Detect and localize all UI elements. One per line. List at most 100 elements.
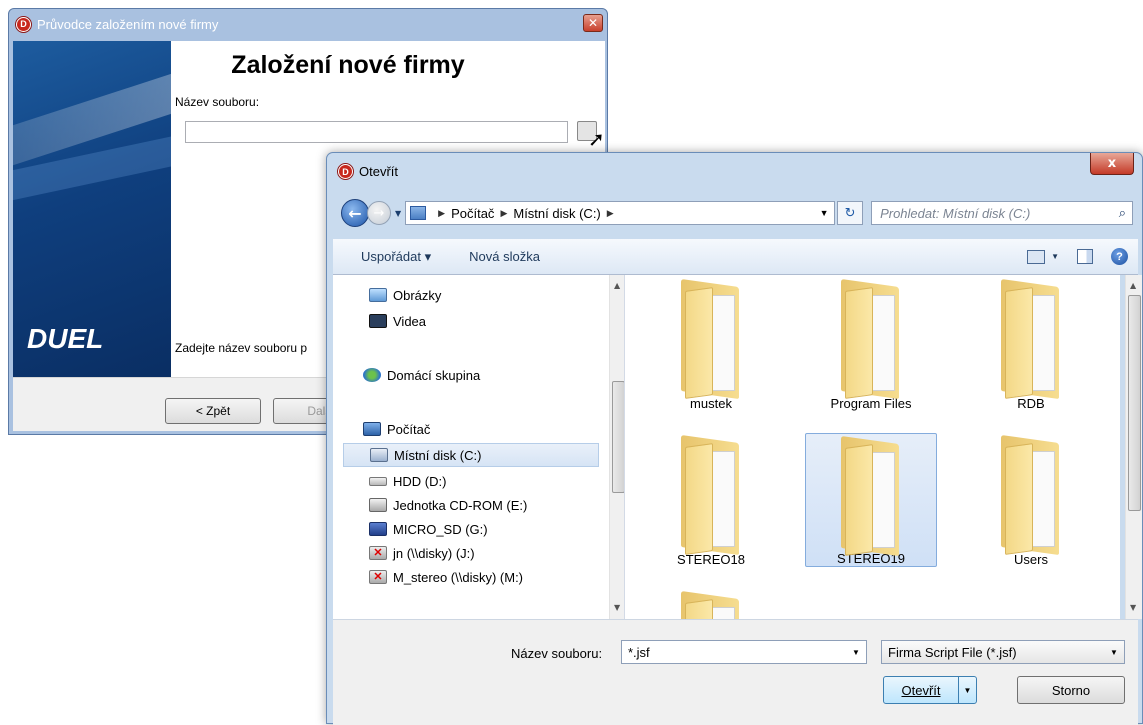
nav-item-label: Počítač xyxy=(387,421,431,437)
open-button-label: Otevřít xyxy=(901,682,941,698)
wizard-titlebar: D Průvodce založením nové firmy xyxy=(9,9,607,39)
back-arrow-icon[interactable]: ← xyxy=(341,199,369,227)
folder-item[interactable]: Users xyxy=(965,433,1097,567)
nav-item-network-m[interactable]: ✕ M_stereo (\\disky) (M:) xyxy=(369,565,523,589)
nav-item-label: MICRO_SD (G:) xyxy=(393,521,488,537)
wizard-close-button[interactable]: ✕ xyxy=(583,14,603,32)
scroll-up-icon[interactable]: ▲ xyxy=(614,281,620,290)
folder-item[interactable]: STEREO18 xyxy=(645,433,777,567)
folder-name: Users xyxy=(1014,552,1048,567)
folder-item-partial[interactable] xyxy=(645,589,777,619)
folder-icon xyxy=(995,434,1067,556)
computer-icon xyxy=(410,206,427,220)
wizard-title: Průvodce založením nové firmy xyxy=(37,16,219,32)
breadcrumb-local-disk[interactable]: Místní disk (C:) xyxy=(513,206,600,221)
nav-item-pictures[interactable]: Obrázky xyxy=(369,283,441,307)
scrollbar-thumb[interactable] xyxy=(612,381,624,493)
dialog-bottom-panel: Název souboru: *.jsf ▼ Firma Script File… xyxy=(333,619,1138,725)
pictures-icon xyxy=(369,288,387,302)
recent-locations-dropdown[interactable]: ▼ xyxy=(395,209,401,218)
nav-item-network-j[interactable]: ✕ jn (\\disky) (J:) xyxy=(369,541,475,565)
nav-item-label: Obrázky xyxy=(393,287,442,303)
file-list-scrollbar[interactable]: ▲ ▼ xyxy=(1125,275,1142,619)
new-folder-button[interactable]: Nová složka xyxy=(469,249,540,264)
folder-icon xyxy=(675,590,747,619)
dialog-toolbar: Uspořádat ▾ Nová složka ▼ ? xyxy=(333,239,1138,275)
open-button[interactable]: Otevřít ▼ xyxy=(883,676,977,704)
folder-icon xyxy=(995,278,1067,400)
folder-item[interactable]: RDB xyxy=(965,277,1097,411)
refresh-icon[interactable]: ↻ xyxy=(837,201,864,225)
wizard-hint-text: Zadejte název souboru p xyxy=(175,341,308,355)
nav-item-homegroup[interactable]: Domácí skupina xyxy=(363,363,480,387)
nav-item-label: Místní disk (C:) xyxy=(394,447,482,463)
folder-name: mustek xyxy=(690,396,732,411)
nav-item-computer[interactable]: Počítač xyxy=(363,417,430,441)
nav-item-label: Jednotka CD-ROM (E:) xyxy=(393,497,528,513)
duel-logo: DUEL xyxy=(27,323,104,354)
filename-label: Název souboru: xyxy=(511,646,603,661)
folder-name: RDB xyxy=(1017,396,1045,411)
nav-item-local-disk[interactable]: Místní disk (C:) xyxy=(343,443,599,467)
filetype-value: Firma Script File (*.jsf) xyxy=(888,644,1017,660)
navigation-pane: Obrázky Videa Domácí skupina Počítač Mís… xyxy=(333,275,625,619)
network-drive-disconnected-icon: ✕ xyxy=(369,546,387,560)
wizard-heading: Založení nové firmy xyxy=(231,51,465,79)
change-view-icon[interactable] xyxy=(1027,249,1046,264)
nav-item-label: Domácí skupina xyxy=(387,367,481,383)
homegroup-icon xyxy=(363,368,381,382)
chevron-down-icon[interactable]: ▼ xyxy=(1104,648,1124,657)
filename-input[interactable]: *.jsf ▼ xyxy=(621,640,867,664)
scroll-down-icon[interactable]: ▼ xyxy=(1130,603,1136,612)
folder-icon xyxy=(675,434,747,556)
folder-item-selected[interactable]: STEREO19 xyxy=(805,433,937,567)
nav-item-hdd[interactable]: HDD (D:) xyxy=(369,469,446,493)
open-dialog: D Otevřít x ← → ▼ ▶ Počítač ▶ Místní dis… xyxy=(326,152,1143,725)
breadcrumb-separator-icon: ▶ xyxy=(606,207,614,218)
search-placeholder: Prohledat: Místní disk (C:) xyxy=(880,205,1031,221)
dialog-titlebar: D Otevřít xyxy=(337,163,398,180)
navigation-bar: ← → ▼ ▶ Počítač ▶ Místní disk (C:) ▶ ▼ ↻… xyxy=(341,197,1134,229)
cancel-button[interactable]: Storno xyxy=(1017,676,1125,704)
folder-name: Program Files xyxy=(830,396,912,411)
address-bar[interactable]: ▶ Počítač ▶ Místní disk (C:) ▶ ▼ xyxy=(405,201,836,225)
app-logo-icon: D xyxy=(15,15,32,33)
app-logo-icon: D xyxy=(337,163,354,180)
folder-item[interactable]: Program Files xyxy=(805,277,937,411)
chevron-down-icon[interactable]: ▼ xyxy=(846,648,866,657)
file-list: mustek Program Files RDB STEREO18 STEREO… xyxy=(625,275,1120,619)
nav-item-cdrom[interactable]: Jednotka CD-ROM (E:) xyxy=(369,493,527,517)
back-button[interactable]: < Zpět xyxy=(165,398,261,424)
cdrom-icon xyxy=(369,498,387,512)
organize-menu-button[interactable]: Uspořádat ▾ xyxy=(361,249,431,265)
forward-arrow-icon[interactable]: → xyxy=(367,201,391,225)
search-icon[interactable]: ⌕ xyxy=(1119,205,1126,221)
search-input[interactable]: Prohledat: Místní disk (C:) ⌕ xyxy=(871,201,1134,225)
scrollbar-thumb[interactable] xyxy=(1128,295,1141,511)
folder-item[interactable]: mustek xyxy=(645,277,777,411)
filetype-select[interactable]: Firma Script File (*.jsf) ▼ xyxy=(881,640,1125,664)
navigation-scrollbar[interactable]: ▲ ▼ xyxy=(609,275,624,619)
help-icon[interactable]: ? xyxy=(1111,248,1128,265)
preview-pane-icon[interactable] xyxy=(1077,249,1093,264)
nav-item-videos[interactable]: Videa xyxy=(369,309,426,333)
breadcrumb-computer[interactable]: Počítač xyxy=(451,206,494,221)
removable-drive-icon xyxy=(369,522,387,536)
view-dropdown-icon[interactable]: ▼ xyxy=(1051,252,1059,261)
scroll-down-icon[interactable]: ▼ xyxy=(614,603,620,612)
open-options-dropdown-icon[interactable]: ▼ xyxy=(958,677,976,703)
nav-item-label: Videa xyxy=(393,313,427,329)
dialog-title: Otevřít xyxy=(359,164,399,179)
computer-icon xyxy=(363,422,381,436)
folder-icon xyxy=(835,278,907,400)
file-name-input[interactable] xyxy=(185,121,568,143)
address-dropdown-icon[interactable]: ▼ xyxy=(814,208,834,218)
filename-value: *.jsf xyxy=(628,644,650,660)
network-drive-disconnected-icon: ✕ xyxy=(369,570,387,584)
breadcrumb-separator-icon: ▶ xyxy=(500,207,508,218)
dialog-close-button[interactable]: x xyxy=(1090,153,1134,175)
nav-item-micro-sd[interactable]: MICRO_SD (G:) xyxy=(369,517,488,541)
videos-icon xyxy=(369,314,387,328)
scroll-up-icon[interactable]: ▲ xyxy=(1130,281,1136,290)
wizard-side-banner: DUEL xyxy=(13,41,171,377)
